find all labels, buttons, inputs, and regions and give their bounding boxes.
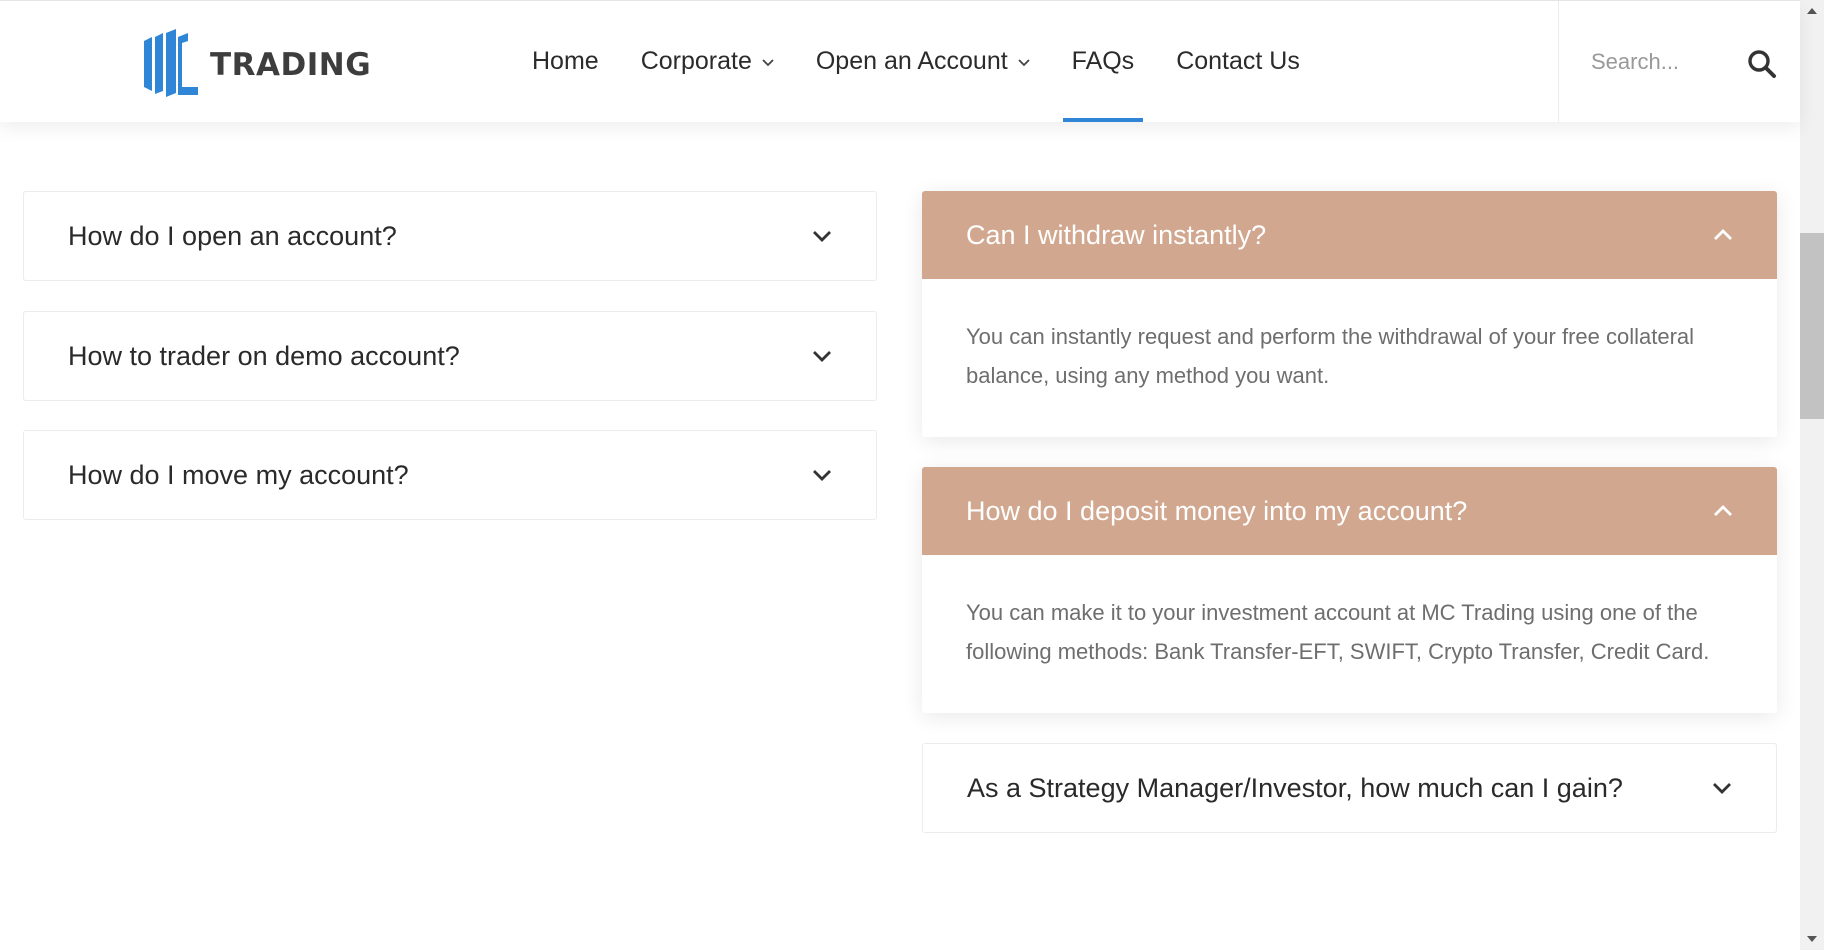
scrollbar[interactable] <box>1800 0 1824 950</box>
search-icon[interactable] <box>1747 49 1777 79</box>
chevron-up-icon <box>1714 505 1732 516</box>
chevron-down-icon <box>813 470 831 481</box>
nav-item-home[interactable]: Home <box>532 1 599 122</box>
faq-question: How do I move my account? <box>68 459 409 490</box>
faq-item-expanded: How do I deposit money into my account? … <box>922 467 1777 713</box>
scroll-down-icon[interactable] <box>1806 934 1818 944</box>
scroll-up-icon[interactable] <box>1806 6 1818 16</box>
faq-question: How to trader on demo account? <box>68 340 460 371</box>
faq-question: How do I open an account? <box>68 220 397 251</box>
faq-toggle[interactable]: How to trader on demo account? <box>24 312 876 400</box>
chevron-down-icon <box>1018 58 1030 66</box>
search-box <box>1558 1 1801 122</box>
logo-mark-icon <box>144 29 198 97</box>
logo[interactable]: TRADING <box>140 27 371 99</box>
nav-item-label: FAQs <box>1071 47 1135 75</box>
faq-toggle[interactable]: Can I withdraw instantly? <box>922 191 1777 279</box>
nav-item-label: Contact Us <box>1176 47 1300 75</box>
faq-item: As a Strategy Manager/Investor, how much… <box>922 743 1777 833</box>
faq-toggle[interactable]: How do I move my account? <box>24 431 876 519</box>
nav-item-contact[interactable]: Contact Us <box>1176 1 1300 122</box>
nav-item-corporate[interactable]: Corporate <box>641 1 774 122</box>
chevron-down-icon <box>813 351 831 362</box>
logo-text: TRADING <box>210 47 372 83</box>
chevron-up-icon <box>1714 229 1732 240</box>
faq-toggle[interactable]: As a Strategy Manager/Investor, how much… <box>923 744 1776 832</box>
faq-item: How do I open an account? <box>23 191 877 281</box>
chevron-down-icon <box>813 231 831 242</box>
scroll-thumb[interactable] <box>1800 233 1824 419</box>
faq-question: How do I deposit money into my account? <box>966 495 1468 526</box>
faq-question: Can I withdraw instantly? <box>966 219 1267 250</box>
faq-answer: You can make it to your investment accou… <box>966 600 1710 664</box>
nav-item-label: Open an Account <box>815 47 1008 75</box>
faq-toggle[interactable]: How do I deposit money into my account? <box>922 467 1777 555</box>
chevron-down-icon <box>1713 783 1731 794</box>
faq-toggle[interactable]: How do I open an account? <box>24 192 876 280</box>
chevron-down-icon <box>762 58 774 66</box>
faq-item: How do I move my account? <box>23 430 877 520</box>
main-nav: Home Corporate Open an Account FAQs Cont… <box>532 1 1342 122</box>
nav-item-open-account[interactable]: Open an Account <box>816 1 1030 122</box>
nav-item-label: Home <box>532 47 599 75</box>
nav-item-faqs[interactable]: FAQs <box>1062 1 1143 122</box>
faq-item: How to trader on demo account? <box>23 311 877 401</box>
faq-question: As a Strategy Manager/Investor, how much… <box>967 772 1623 803</box>
search-input[interactable] <box>1589 47 1743 76</box>
nav-item-label: Corporate <box>640 47 752 75</box>
faq-item-expanded: Can I withdraw instantly? You can instan… <box>922 191 1777 437</box>
site-header: TRADING Home Corporate Open an Account F… <box>0 0 1800 122</box>
faq-answer: You can instantly request and perform th… <box>966 324 1695 388</box>
